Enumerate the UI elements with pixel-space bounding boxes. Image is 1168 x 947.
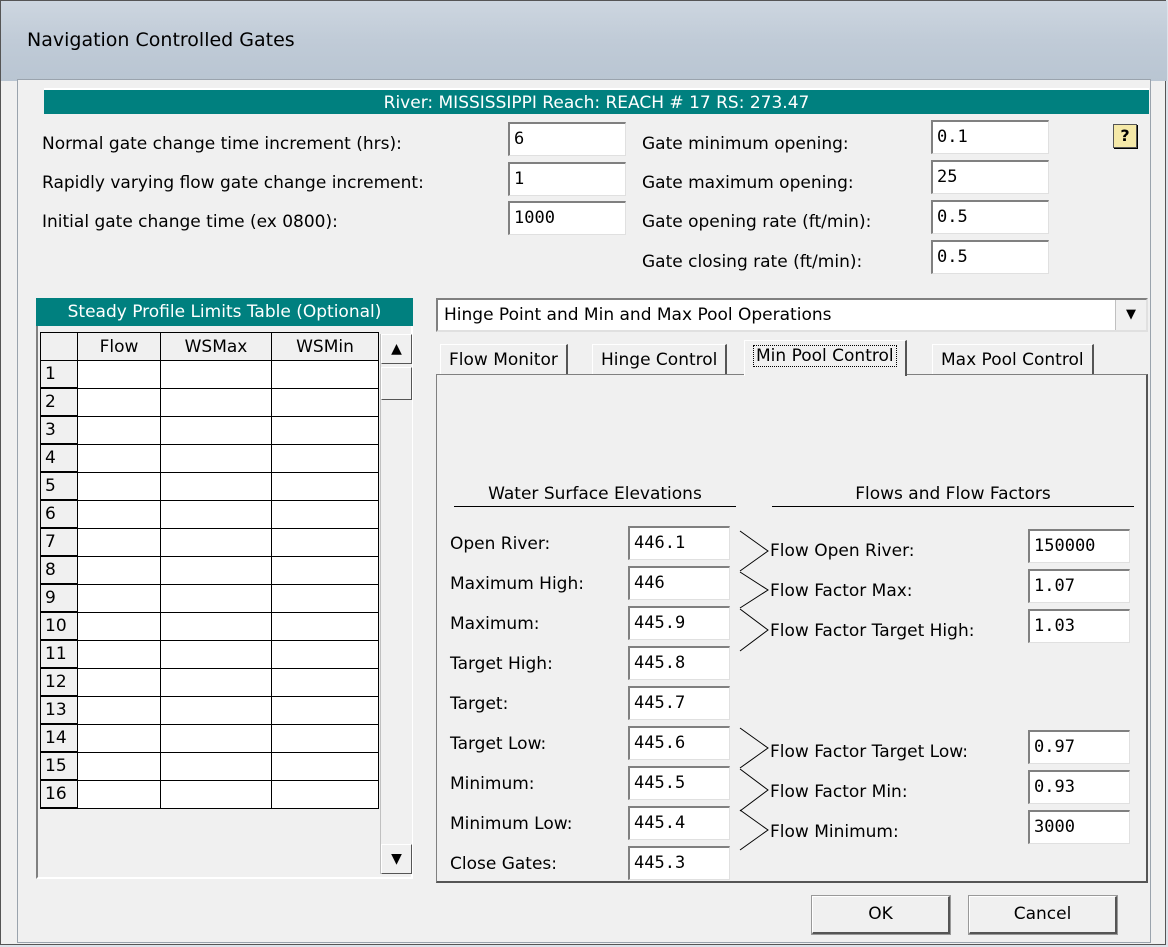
tab-min-pool-control[interactable]: Min Pool Control — [744, 340, 907, 376]
dialog-client-area: River: MISSISSIPPI Reach: REACH # 17 RS:… — [17, 79, 1151, 943]
tab-min-pool-control-label: Min Pool Control — [753, 345, 897, 367]
window-title: Navigation Controlled Gates — [27, 29, 295, 51]
cancel-button[interactable]: Cancel — [968, 895, 1118, 935]
dialog-window: Navigation Controlled Gates River: MISSI… — [0, 0, 1167, 945]
ok-button[interactable]: OK — [811, 895, 951, 935]
link-brackets — [739, 530, 769, 851]
title-bar[interactable]: Navigation Controlled Gates — [1, 1, 1167, 81]
